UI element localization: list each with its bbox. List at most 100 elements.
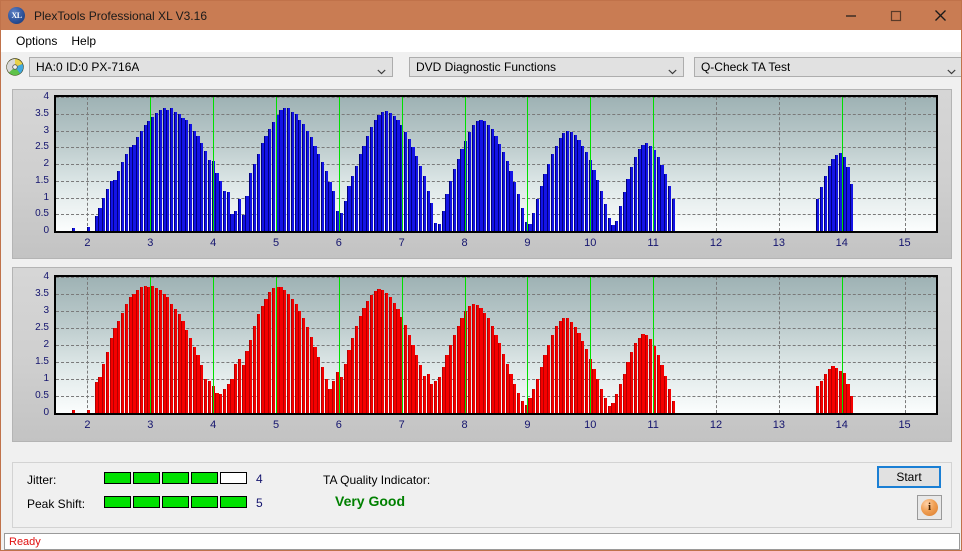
chart-bar bbox=[192, 346, 196, 413]
chart-bar bbox=[547, 164, 551, 231]
chart-bar bbox=[498, 143, 502, 231]
x-tick-label: 3 bbox=[147, 419, 154, 431]
chart-bar bbox=[835, 154, 839, 231]
maximize-icon[interactable] bbox=[873, 1, 918, 30]
peakshift-chart-plot bbox=[54, 275, 938, 415]
chart-bar bbox=[200, 143, 204, 231]
chart-bar bbox=[592, 368, 596, 413]
marker-line bbox=[527, 97, 529, 231]
chart-bar bbox=[831, 158, 835, 231]
function-select-value: DVD Diagnostic Functions bbox=[415, 59, 557, 74]
x-tick-label: 5 bbox=[272, 419, 280, 431]
chart-bar bbox=[633, 157, 638, 231]
chart-bar bbox=[831, 366, 835, 413]
chart-bar bbox=[501, 152, 506, 231]
chart-bar bbox=[188, 124, 193, 231]
meter-cell bbox=[104, 472, 131, 484]
jitter-chart-y-axis-labels: 0 0.5 1 1.5 2 2.5 3 3.5 4 bbox=[13, 92, 49, 236]
chart-bar bbox=[320, 367, 325, 413]
chart-bar bbox=[842, 156, 846, 231]
function-select[interactable]: DVD Diagnostic Functions bbox=[408, 56, 684, 77]
menu-item-help[interactable]: Help bbox=[64, 32, 103, 50]
chart-bar bbox=[279, 110, 283, 231]
chart-bar bbox=[664, 174, 668, 231]
chart-bar bbox=[437, 377, 442, 413]
x-tick-label: 4 bbox=[210, 237, 217, 249]
chart-bar bbox=[415, 155, 419, 231]
chart-bar bbox=[222, 191, 227, 231]
chart-bar bbox=[302, 318, 306, 413]
chart-bar bbox=[339, 212, 343, 231]
chart-bar bbox=[369, 127, 374, 231]
chart-bar bbox=[230, 213, 234, 231]
chart-bar bbox=[415, 355, 419, 413]
chart-bar bbox=[490, 326, 494, 413]
chart-bar bbox=[117, 170, 121, 231]
chart-bar bbox=[219, 394, 223, 413]
jitter-label: Jitter: bbox=[27, 473, 57, 487]
chart-bar bbox=[667, 185, 672, 231]
marker-line bbox=[841, 97, 843, 231]
start-button[interactable]: Start bbox=[877, 466, 941, 488]
chart-bar bbox=[343, 200, 347, 231]
chart-bar bbox=[332, 190, 336, 231]
chart-bar bbox=[562, 133, 566, 231]
test-select[interactable]: Q-Check TA Test bbox=[693, 56, 961, 77]
x-tick-label: 11 bbox=[647, 419, 659, 431]
chart-bar bbox=[471, 125, 475, 231]
chart-bar bbox=[827, 165, 831, 231]
chart-bar bbox=[109, 181, 113, 231]
x-tick-label: 14 bbox=[835, 237, 848, 249]
x-tick-label: 15 bbox=[898, 419, 911, 431]
chart-bar bbox=[271, 287, 276, 413]
chart-bar bbox=[162, 294, 166, 413]
xl-logo-icon: XL bbox=[8, 7, 25, 24]
chart-bar bbox=[132, 144, 136, 231]
x-tick-label: 8 bbox=[461, 237, 468, 249]
x-tick-label: 9 bbox=[524, 237, 531, 249]
chart-bar bbox=[358, 316, 362, 413]
chart-bar bbox=[520, 401, 524, 413]
close-icon[interactable] bbox=[918, 1, 961, 30]
chart-bar bbox=[136, 289, 140, 413]
chart-bar bbox=[94, 381, 98, 413]
chart-bar bbox=[550, 153, 555, 231]
menu-item-options[interactable]: Options bbox=[9, 32, 64, 50]
chart-bar bbox=[260, 143, 264, 231]
minimize-icon[interactable] bbox=[828, 1, 873, 30]
chart-bar bbox=[558, 137, 562, 231]
chart-bar bbox=[452, 169, 457, 231]
chart-bar bbox=[188, 338, 193, 413]
chart-bar bbox=[422, 375, 426, 413]
chart-bar bbox=[309, 336, 313, 413]
chart-bar bbox=[418, 165, 423, 231]
chart-bar bbox=[87, 409, 91, 413]
drive-select[interactable]: HA:0 ID:0 PX-716A bbox=[29, 56, 393, 77]
chart-bar bbox=[630, 351, 634, 413]
x-tick-label: 4 bbox=[210, 419, 217, 431]
chart-bar bbox=[237, 199, 242, 231]
meter-cell bbox=[133, 472, 160, 484]
meter-cell bbox=[220, 496, 247, 508]
chart-bar bbox=[498, 343, 502, 413]
chevron-down-icon bbox=[947, 64, 956, 74]
info-button[interactable]: i bbox=[917, 495, 942, 520]
chart-bar bbox=[377, 115, 381, 231]
chart-bar bbox=[645, 143, 649, 231]
marker-line bbox=[401, 97, 403, 231]
chart-bar bbox=[437, 224, 442, 231]
chart-bar bbox=[842, 372, 846, 413]
peak-shift-meter bbox=[104, 496, 247, 508]
chart-bar bbox=[215, 173, 219, 231]
chart-bar bbox=[441, 210, 445, 231]
chart-bar bbox=[649, 338, 653, 413]
jitter-value: 4 bbox=[256, 472, 263, 486]
chart-bar bbox=[222, 388, 227, 413]
chart-bar bbox=[396, 120, 400, 231]
chart-bar bbox=[566, 318, 570, 413]
x-tick-label: 2 bbox=[84, 419, 91, 431]
x-tick-label: 9 bbox=[524, 419, 531, 431]
chart-bar bbox=[569, 321, 574, 413]
chart-bar bbox=[486, 318, 491, 413]
y-tick-label: 1.5 bbox=[35, 174, 49, 186]
